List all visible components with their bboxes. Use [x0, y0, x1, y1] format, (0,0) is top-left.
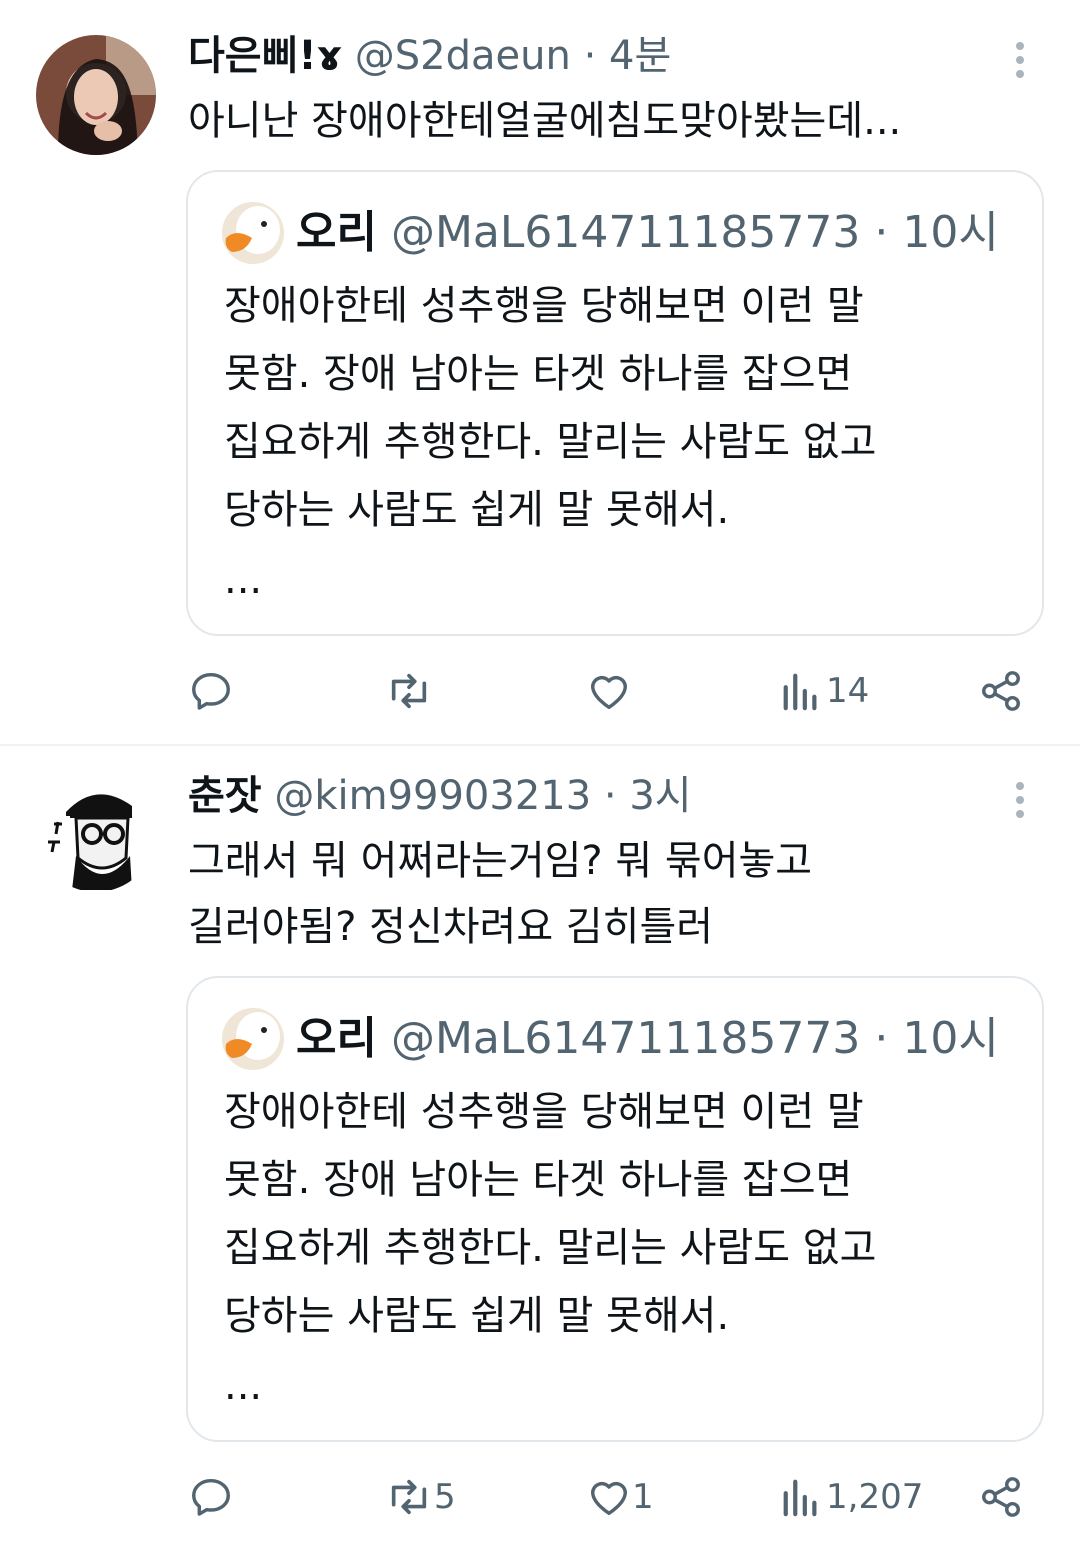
like-count: 1	[632, 1477, 654, 1517]
tweet-header: 다은삐!ɤ @S2daeun · 4분	[188, 28, 671, 84]
views-button[interactable]: 1,207	[780, 1474, 923, 1520]
action-bar: 14	[0, 662, 1080, 722]
separator: ·	[874, 1013, 889, 1064]
quoted-tweet[interactable]: 오리 @MaL614711185773 · 10시 장애아한테 성추행을 당해보…	[186, 976, 1044, 1442]
avatar[interactable]	[36, 772, 156, 892]
quoted-timestamp: 10시	[902, 207, 999, 258]
like-button[interactable]: 1	[586, 1474, 654, 1520]
reply-icon	[192, 1478, 230, 1516]
quoted-avatar	[222, 202, 284, 264]
user-handle[interactable]: @S2daeun	[355, 33, 571, 79]
quoted-tweet[interactable]: 오리 @MaL614711185773 · 10시 장애아한테 성추행을 당해보…	[186, 170, 1044, 636]
quoted-display-name: 오리	[296, 1013, 377, 1064]
heart-icon	[590, 1481, 628, 1516]
share-button[interactable]	[978, 1474, 1024, 1520]
quoted-header: 오리 @MaL614711185773 · 10시	[296, 1008, 999, 1070]
user-handle[interactable]: @kim99903213	[274, 773, 591, 819]
share-button[interactable]	[978, 668, 1024, 714]
tweet-text: 아니난 장애아한테얼굴에침도맞아봤는데...	[188, 98, 902, 144]
retweet-button[interactable]	[384, 668, 434, 714]
retweet-icon	[391, 1479, 427, 1515]
show-more[interactable]: ...	[224, 560, 262, 600]
share-icon	[982, 1477, 1020, 1517]
views-count: 14	[826, 671, 870, 711]
timestamp[interactable]: 3시	[629, 773, 691, 819]
share-icon	[982, 671, 1020, 711]
tweet[interactable]: 다은삐!ɤ @S2daeun · 4분 아니난 장애아한테얼굴에침도맞아봤는데.…	[0, 0, 1080, 745]
quoted-text: 장애아한테 성추행을 당해보면 이런 말 못함. 장애 남아는 타겟 하나를 잡…	[224, 1089, 877, 1339]
show-more[interactable]: ...	[224, 1366, 262, 1406]
tweet-text: 그래서 뭐 어쩌라는거임? 뭐 묶어놓고 길러야됨? 정신차려요 김히틀러	[188, 838, 813, 950]
heart-icon	[590, 675, 628, 710]
views-button[interactable]: 14	[780, 668, 869, 714]
reply-icon	[192, 672, 230, 710]
quoted-avatar	[222, 1008, 284, 1070]
retweet-count: 5	[434, 1477, 456, 1517]
quoted-user-handle: @MaL614711185773	[390, 207, 861, 258]
more-icon[interactable]	[1004, 776, 1036, 824]
avatar[interactable]	[36, 35, 156, 155]
retweet-button[interactable]: 5	[384, 1474, 456, 1520]
retweet-icon	[391, 673, 427, 709]
separator: ·	[874, 207, 889, 258]
display-name[interactable]: 다은삐!ɤ	[188, 33, 342, 79]
timestamp[interactable]: 4분	[609, 33, 671, 79]
views-icon	[783, 673, 817, 711]
quoted-timestamp: 10시	[902, 1013, 999, 1064]
tweet-header: 춘잣 @kim99903213 · 3시	[188, 768, 692, 824]
quoted-text: 장애아한테 성추행을 당해보면 이런 말 못함. 장애 남아는 타겟 하나를 잡…	[224, 283, 877, 533]
quoted-user-handle: @MaL614711185773	[390, 1013, 861, 1064]
like-button[interactable]	[586, 668, 632, 714]
tweet[interactable]: 춘잣 @kim99903213 · 3시 그래서 뭐 어쩌라는거임? 뭐 묶어놓…	[0, 746, 1080, 1542]
action-bar: 5 1 1,207	[0, 1468, 1080, 1528]
reply-button[interactable]	[188, 1474, 234, 1520]
views-count: 1,207	[826, 1477, 924, 1517]
more-icon[interactable]	[1004, 36, 1036, 84]
display-name[interactable]: 춘잣	[188, 773, 262, 819]
separator: ·	[603, 773, 617, 819]
separator: ·	[583, 33, 597, 79]
quoted-header: 오리 @MaL614711185773 · 10시	[296, 202, 999, 264]
quoted-display-name: 오리	[296, 207, 377, 258]
reply-button[interactable]	[188, 668, 234, 714]
views-icon	[783, 1479, 817, 1517]
